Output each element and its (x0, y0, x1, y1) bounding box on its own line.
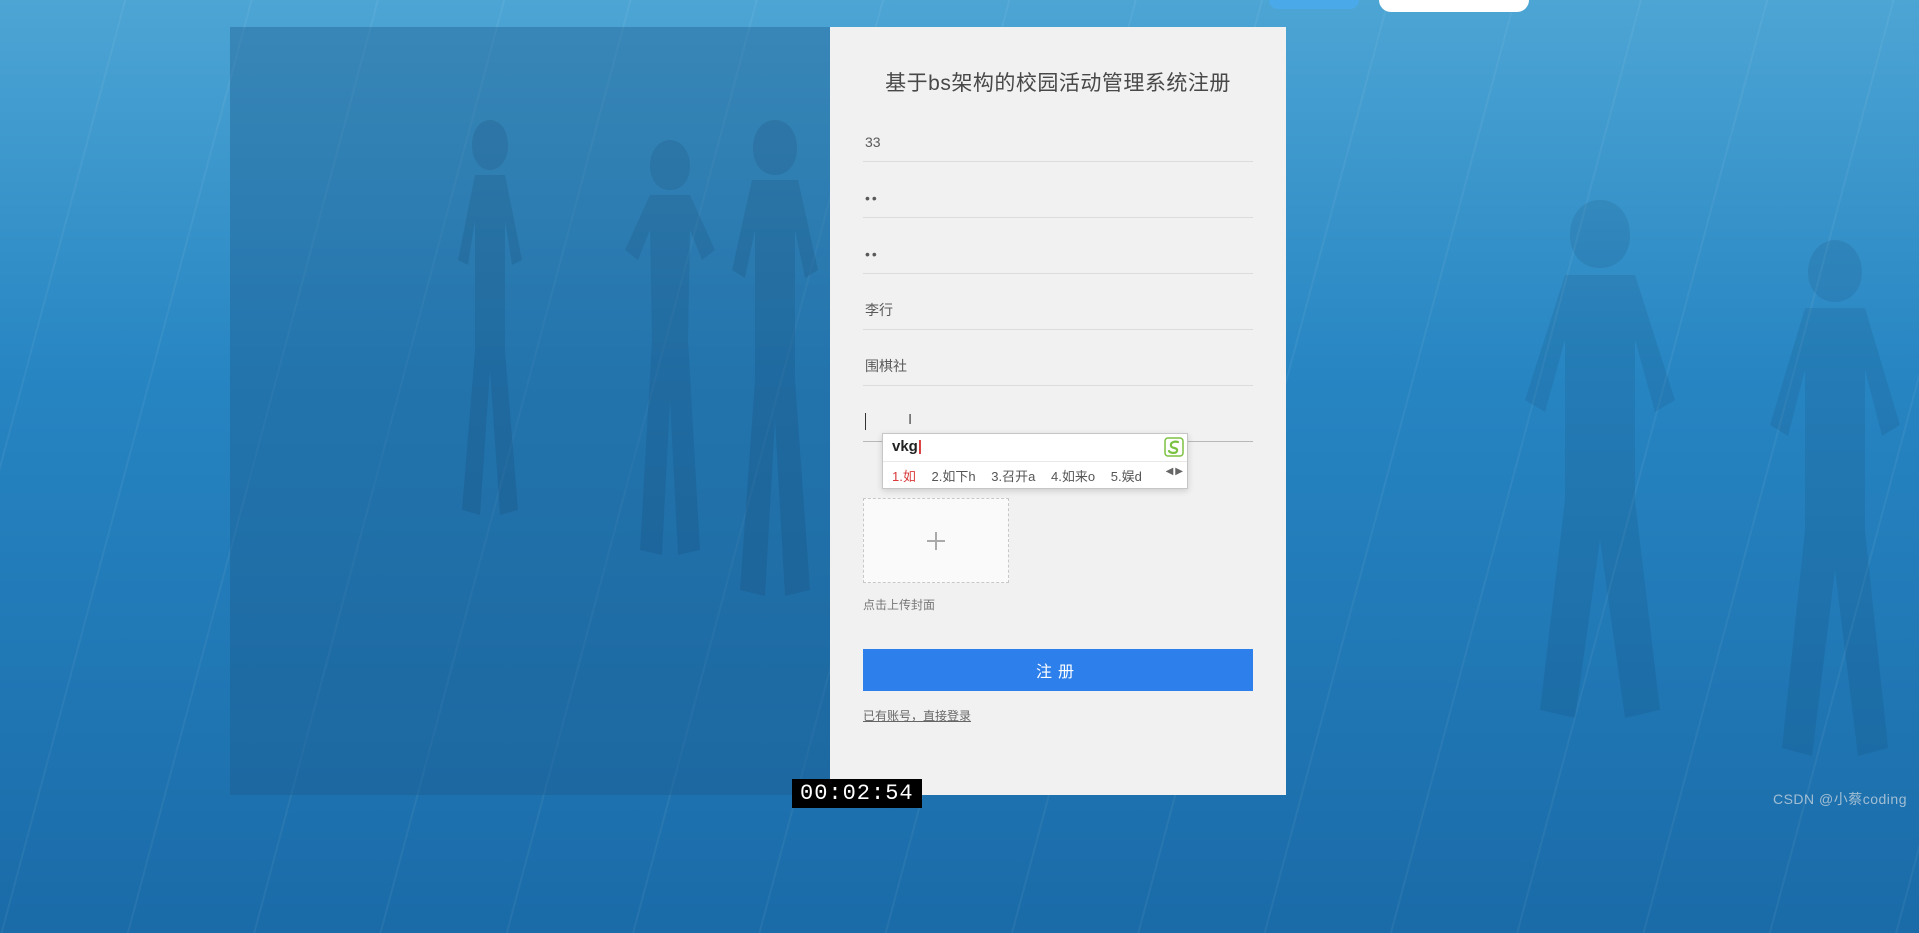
ime-panel: vkg| 1.如 2.如下h 3.召开a 4.如来o 5.娱d ◀ ▶ (882, 433, 1188, 489)
ime-candidate-2[interactable]: 2.如下h (932, 469, 976, 484)
password-input[interactable] (863, 175, 1253, 217)
upload-label: 点击上传封面 (863, 596, 1253, 613)
name-field-wrap (863, 287, 1253, 330)
ime-candidate-3[interactable]: 3.召开a (991, 469, 1035, 484)
club-field-wrap (863, 343, 1253, 386)
ime-page-arrows[interactable]: ◀ ▶ (1166, 466, 1183, 477)
username-input[interactable] (863, 119, 1253, 161)
confirm-password-field-wrap (863, 231, 1253, 274)
ime-candidate-1[interactable]: 1.如 (892, 469, 916, 484)
ime-input-row: vkg| (883, 434, 1187, 461)
top-decoration-blue (1269, 0, 1359, 9)
video-timestamp: 00:02:54 (792, 779, 922, 808)
upload-cover-box[interactable] (863, 498, 1009, 583)
chevron-left-icon[interactable]: ◀ (1166, 466, 1174, 477)
text-caret (865, 413, 866, 430)
ime-typed-text: vkg| (892, 438, 922, 455)
bg-figure (720, 120, 830, 600)
login-link[interactable]: 已有账号，直接登录 (863, 707, 971, 724)
club-input[interactable] (863, 343, 1253, 385)
registration-form-card: 基于bs架构的校园活动管理系统注册 I 点击上传封面 注册 已有账号，直接登录 (830, 27, 1286, 795)
confirm-password-input[interactable] (863, 231, 1253, 273)
ime-candidates-row: 1.如 2.如下h 3.召开a 4.如来o 5.娱d ◀ ▶ (883, 461, 1187, 488)
plus-icon (924, 529, 948, 553)
watermark-text: CSDN @小蔡coding (1773, 789, 1907, 809)
chevron-right-icon[interactable]: ▶ (1175, 466, 1183, 477)
top-decoration-white (1379, 0, 1529, 12)
password-field-wrap (863, 175, 1253, 218)
bg-figure (1750, 240, 1919, 760)
bg-figure (450, 120, 530, 520)
ime-candidate-4[interactable]: 4.如来o (1051, 469, 1095, 484)
name-input[interactable] (863, 287, 1253, 329)
bg-figure (620, 140, 720, 560)
bg-figure (1500, 200, 1700, 720)
register-button[interactable]: 注册 (863, 649, 1253, 691)
sogou-ime-logo-icon (1164, 437, 1184, 457)
form-title: 基于bs架构的校园活动管理系统注册 (863, 67, 1253, 97)
username-field-wrap (863, 119, 1253, 162)
ime-candidate-5[interactable]: 5.娱d (1111, 469, 1142, 484)
